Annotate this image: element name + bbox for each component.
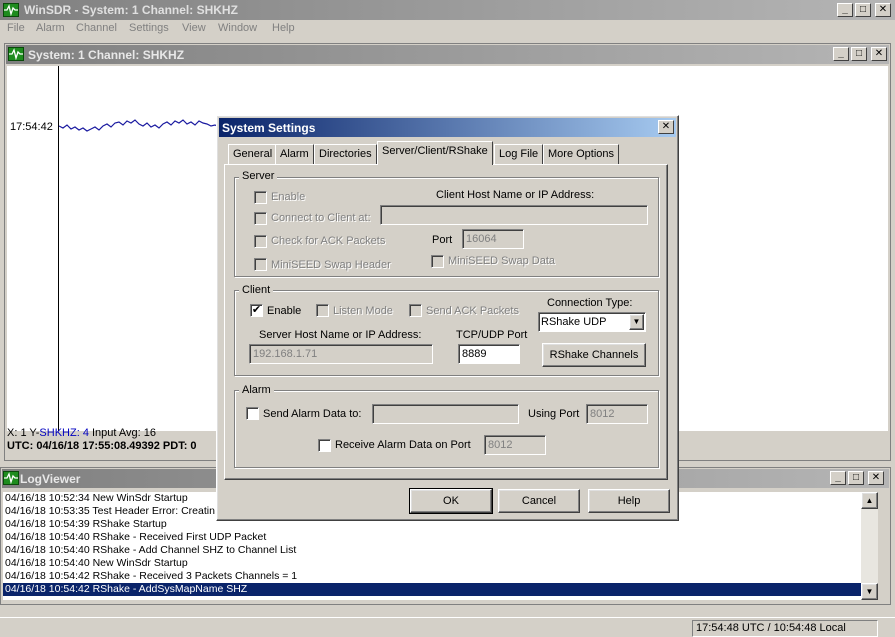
server-host-label: Server Host Name or IP Address: [259,329,422,341]
chevron-down-icon[interactable]: ▼ [629,314,644,330]
app-titlebar: WinSDR - System: 1 Channel: SHKHZ _ □ ✕ [0,0,895,20]
minimize-button[interactable]: _ [837,3,853,17]
status-xy-prefix: X: 1 Y- [7,427,40,439]
status-input-avg: Input Avg: 16 [88,427,157,439]
system-window-title: System: 1 Channel: SHKHZ [28,48,185,62]
scroll-down-button[interactable]: ▼ [861,583,878,600]
system-minimize-button[interactable]: _ [833,47,849,61]
send-alarm-checkbox[interactable] [246,407,259,420]
alarm-group-label: Alarm [239,384,274,396]
log-minimize-button[interactable]: _ [830,471,846,485]
send-ack-checkbox[interactable] [409,304,422,317]
log-maximize-button[interactable]: □ [848,471,864,485]
miniseed-swap-data-checkbox[interactable] [431,255,444,268]
send-alarm-input[interactable] [372,404,519,424]
winsdr-app-icon[interactable] [3,3,19,17]
server-enable-label: Enable [271,191,306,203]
listen-mode-label: Listen Mode [333,305,393,317]
status-bar: 17:54:48 UTC / 10:54:48 Local [0,617,895,637]
menu-file[interactable]: File [7,22,25,34]
log-line[interactable]: 04/16/18 10:54:42 RShake - Received 3 Pa… [3,570,861,583]
using-port-input[interactable]: 8012 [586,404,648,424]
miniseed-swap-header-label: MiniSEED Swap Header [271,259,391,271]
log-close-button[interactable]: ✕ [868,471,884,485]
client-enable-label: Enable [267,305,302,317]
log-line-selected[interactable]: 04/16/18 10:54:42 RShake - AddSysMapName… [3,583,861,596]
help-button[interactable]: Help [588,489,670,513]
tab-more-options[interactable]: More Options [543,144,620,164]
send-alarm-label: Send Alarm Data to: [263,408,362,420]
alarm-group [234,390,659,468]
menu-channel[interactable]: Channel [76,22,117,34]
scroll-up-button[interactable]: ▲ [861,492,878,509]
server-host-input[interactable]: 192.168.1.71 [249,344,433,364]
system-window-icon[interactable] [8,47,24,61]
miniseed-swap-data-label: MiniSEED Swap Data [448,255,555,267]
plot-status-line-1: X: 1 Y-SHKHZ: 4 Input Avg: 16 [7,427,156,439]
client-enable-checkbox[interactable]: ✔ [250,304,263,317]
tab-alarm[interactable]: Alarm [275,144,314,164]
waveform-trace [59,119,219,132]
dialog-title: System Settings [222,121,316,135]
menu-view[interactable]: View [182,22,206,34]
log-line[interactable]: 04/16/18 10:54:40 New WinSdr Startup [3,557,861,570]
menu-help[interactable]: Help [272,22,295,34]
check-ack-label: Check for ACK Packets [271,235,386,247]
server-port-input[interactable]: 16064 [462,229,524,249]
dialog-titlebar: System Settings ✕ [219,118,676,137]
log-scrollbar[interactable]: ▲ ▼ [861,492,878,600]
client-host-input[interactable] [380,205,648,225]
client-group-label: Client [239,284,274,296]
receive-alarm-label: Receive Alarm Data on Port [335,439,471,451]
system-close-button[interactable]: ✕ [871,47,887,61]
menu-settings[interactable]: Settings [129,22,169,34]
miniseed-swap-header-checkbox[interactable] [254,258,267,271]
menu-bar: File Alarm Channel Settings View Window … [0,20,895,38]
send-ack-label: Send ACK Packets [426,305,519,317]
app-title: WinSDR - System: 1 Channel: SHKHZ [24,3,238,17]
connect-to-client-label: Connect to Client at: [271,212,371,224]
ok-button[interactable]: OK [409,488,493,514]
listen-mode-checkbox[interactable] [316,304,329,317]
system-window-titlebar: System: 1 Channel: SHKHZ _ □ ✕ [6,45,889,64]
log-line[interactable]: 04/16/18 10:54:40 RShake - Add Channel S… [3,544,861,557]
receive-alarm-checkbox[interactable] [318,439,331,452]
tcp-udp-port-input[interactable]: 8889 [458,344,520,364]
menu-window[interactable]: Window [218,22,257,34]
cancel-button[interactable]: Cancel [498,489,580,513]
plot-status-line-2: UTC: 04/16/18 17:55:08.49392 PDT: 0 [7,440,197,452]
rshake-channels-button[interactable]: RShake Channels [542,343,646,367]
maximize-button[interactable]: □ [855,3,871,17]
tab-general[interactable]: General [228,144,278,164]
close-button[interactable]: ✕ [875,3,891,17]
log-viewer-title: LogViewer [20,472,81,486]
log-viewer-icon[interactable] [3,471,19,485]
tab-server-client-rshake[interactable]: Server/Client/RShake [377,141,493,165]
client-host-label: Client Host Name or IP Address: [436,189,595,201]
tab-log-file[interactable]: Log File [494,144,544,164]
connection-type-select[interactable]: RShake UDP ▼ [538,312,646,332]
server-port-label: Port [432,234,453,246]
time-label: 17:54:42 [10,121,53,133]
menu-alarm[interactable]: Alarm [36,22,65,34]
status-clock-panel: 17:54:48 UTC / 10:54:48 Local [692,620,878,637]
dialog-close-button[interactable]: ✕ [658,120,674,134]
status-channel: SHKHZ: 4 [39,427,89,439]
system-maximize-button[interactable]: □ [851,47,867,61]
connection-type-value: RShake UDP [541,316,607,328]
check-ack-checkbox[interactable] [254,235,267,248]
tcp-udp-port-label: TCP/UDP Port [456,329,528,341]
using-port-label: Using Port [528,408,580,420]
receive-alarm-port-input[interactable]: 8012 [484,435,546,455]
server-enable-checkbox[interactable] [254,191,267,204]
log-line[interactable]: 04/16/18 10:54:40 RShake - Received Firs… [3,531,861,544]
server-group-label: Server [239,170,278,182]
connection-type-label: Connection Type: [547,297,633,309]
status-clock: 17:54:48 UTC / 10:54:48 Local [696,622,846,634]
tab-directories[interactable]: Directories [314,144,377,164]
connect-to-client-checkbox[interactable] [254,212,267,225]
